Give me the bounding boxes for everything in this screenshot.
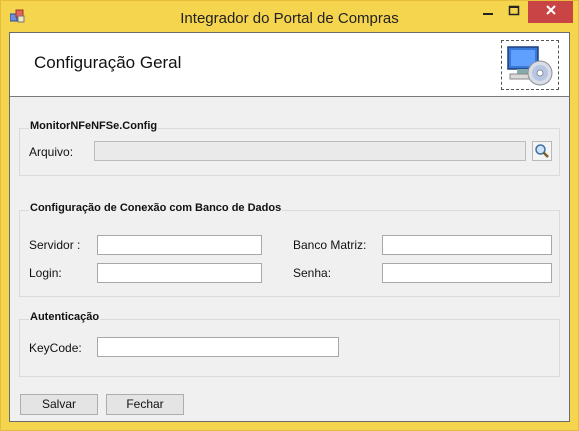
senha-field[interactable] bbox=[382, 263, 552, 283]
servidor-label: Servidor : bbox=[29, 238, 81, 252]
maximize-button[interactable] bbox=[501, 1, 527, 23]
search-icon bbox=[533, 144, 551, 164]
header-image bbox=[501, 40, 559, 90]
salvar-button[interactable]: Salvar bbox=[20, 394, 98, 415]
header-panel: Configuração Geral bbox=[10, 33, 569, 97]
keycode-label: KeyCode: bbox=[29, 341, 82, 355]
page-title: Configuração Geral bbox=[34, 53, 182, 72]
group-config-file: MonitorNFeNFSe.Config Arquivo: bbox=[19, 120, 560, 176]
close-button[interactable] bbox=[528, 1, 573, 23]
fechar-button[interactable]: Fechar bbox=[106, 394, 184, 415]
form-client-area: Configuração Geral MonitorNFeNFSe.Config… bbox=[9, 32, 570, 422]
login-field[interactable] bbox=[97, 263, 262, 283]
title-bar[interactable]: Integrador do Portal de Compras bbox=[1, 1, 578, 32]
arquivo-label: Arquivo: bbox=[29, 145, 74, 159]
minimize-button[interactable] bbox=[475, 1, 501, 23]
group-db-connection: Configuração de Conexão com Banco de Dad… bbox=[19, 202, 560, 297]
banco-matriz-field[interactable] bbox=[382, 235, 552, 255]
banco-matriz-label: Banco Matriz: bbox=[293, 238, 367, 252]
group-authentication-title: Autenticação bbox=[29, 311, 101, 323]
app-window: Integrador do Portal de Compras Configur… bbox=[0, 0, 579, 431]
computer-cd-icon bbox=[502, 46, 558, 93]
arquivo-field[interactable] bbox=[94, 141, 526, 161]
servidor-field[interactable] bbox=[97, 235, 262, 255]
browse-file-button[interactable] bbox=[532, 141, 552, 161]
group-db-connection-title: Configuração de Conexão com Banco de Dad… bbox=[29, 202, 283, 214]
group-authentication: Autenticação KeyCode: bbox=[19, 311, 560, 377]
close-icon bbox=[545, 3, 557, 20]
senha-label: Senha: bbox=[293, 266, 332, 280]
login-label: Login: bbox=[29, 266, 62, 280]
maximize-icon bbox=[508, 4, 520, 20]
group-config-file-title: MonitorNFeNFSe.Config bbox=[29, 120, 159, 132]
minimize-icon bbox=[482, 4, 494, 20]
keycode-field[interactable] bbox=[97, 337, 339, 357]
